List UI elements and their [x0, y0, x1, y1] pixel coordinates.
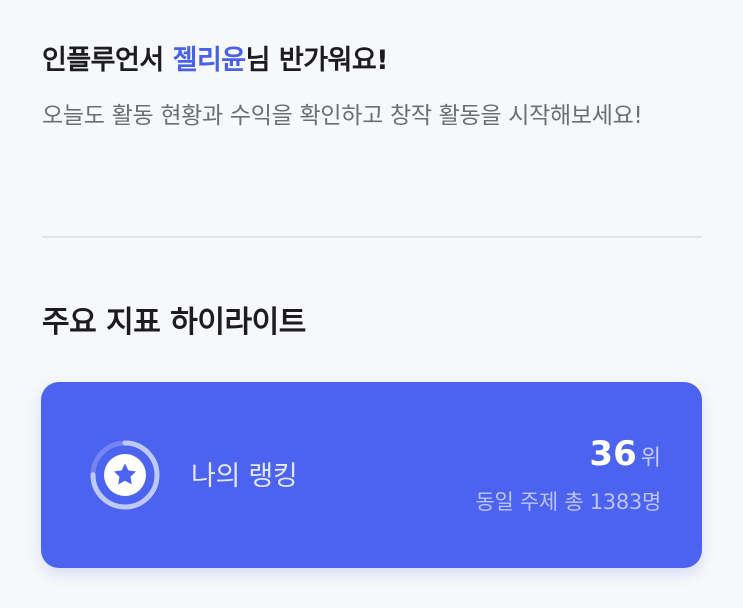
ranking-progress-icon	[90, 440, 160, 510]
ranking-label: 나의 랭킹	[191, 461, 298, 492]
section-divider	[42, 236, 702, 238]
greeting-heading: 인플루언서 젤리윤님 반가워요!	[42, 38, 389, 77]
greeting-prefix: 인플루언서	[42, 45, 173, 76]
greeting-subtitle: 오늘도 활동 현황과 수익을 확인하고 창작 활동을 시작해보세요!	[42, 103, 643, 129]
highlights-title: 주요 지표 하이라이트	[42, 305, 306, 340]
ranking-value: 36 위	[589, 434, 661, 474]
ranking-unit: 위	[640, 446, 661, 471]
ranking-number: 36	[589, 434, 637, 474]
greeting-suffix: 님 반가워요!	[245, 45, 389, 76]
ranking-card[interactable]: 나의 랭킹 36 위 동일 주제 총 1383명	[41, 382, 702, 568]
user-name: 젤리윤	[172, 45, 247, 76]
dashboard-page: 인플루언서 젤리윤님 반가워요! 오늘도 활동 현황과 수익을 확인하고 창작 …	[0, 0, 743, 608]
ranking-subtext: 동일 주제 총 1383명	[475, 490, 662, 514]
